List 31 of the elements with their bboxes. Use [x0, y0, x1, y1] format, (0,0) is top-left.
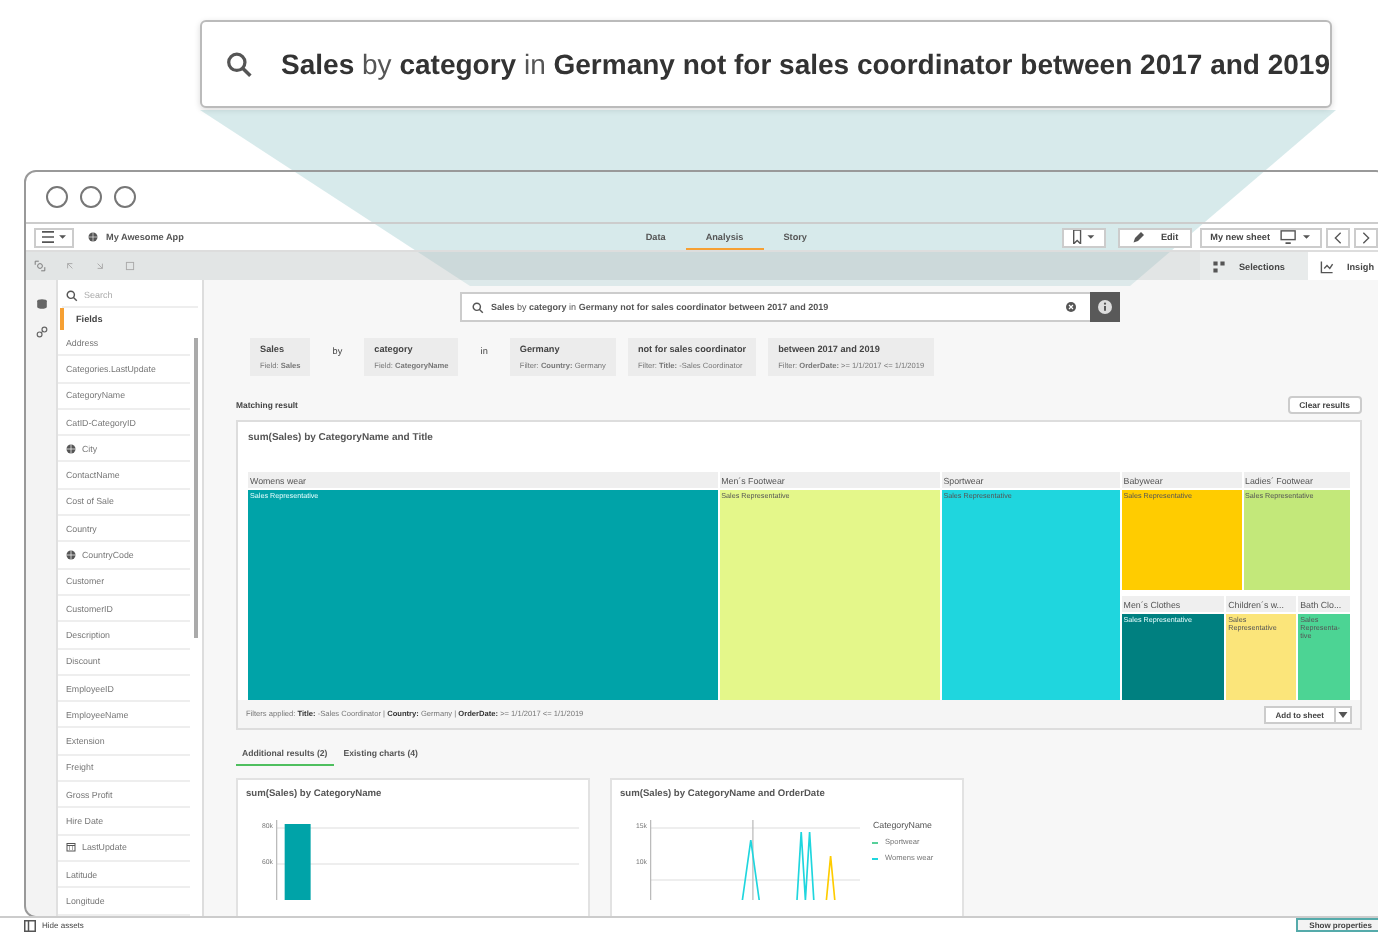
info-icon [1097, 300, 1111, 314]
previous-button[interactable] [1326, 227, 1350, 247]
globe-icon [88, 232, 98, 242]
globe-icon [66, 443, 76, 454]
panel-icon [24, 919, 36, 931]
monitor-icon [1280, 230, 1312, 244]
pencil-icon [1132, 231, 1145, 243]
window-control-icon[interactable] [80, 186, 102, 208]
globe-icon [66, 550, 76, 561]
search-icon [66, 289, 78, 301]
grid-icon [1212, 259, 1227, 273]
window-control-icon[interactable] [114, 186, 136, 208]
bookmark-button[interactable] [1062, 227, 1107, 247]
clear-icon[interactable] [1065, 302, 1075, 312]
calendar-icon [66, 842, 76, 853]
next-button[interactable] [1354, 227, 1378, 247]
chevron-left-icon [1334, 231, 1342, 243]
search-icon [226, 47, 254, 81]
chevron-right-icon [1362, 231, 1370, 243]
info-button[interactable] [1089, 292, 1119, 322]
bookmark-icon [1072, 230, 1097, 244]
query-text: Sales by category in Germany not for sales coordinator between 2017 and 2019 [281, 48, 1330, 80]
chart-icon [1320, 259, 1335, 273]
add-options-button[interactable] [1336, 705, 1352, 723]
search-icon [471, 301, 483, 313]
link-icon[interactable] [35, 326, 47, 338]
caret-icon [1338, 711, 1348, 717]
menu-button[interactable] [34, 227, 74, 247]
menu-icon [42, 230, 66, 244]
database-icon[interactable] [35, 298, 47, 310]
window-control-icon[interactable] [46, 186, 68, 208]
